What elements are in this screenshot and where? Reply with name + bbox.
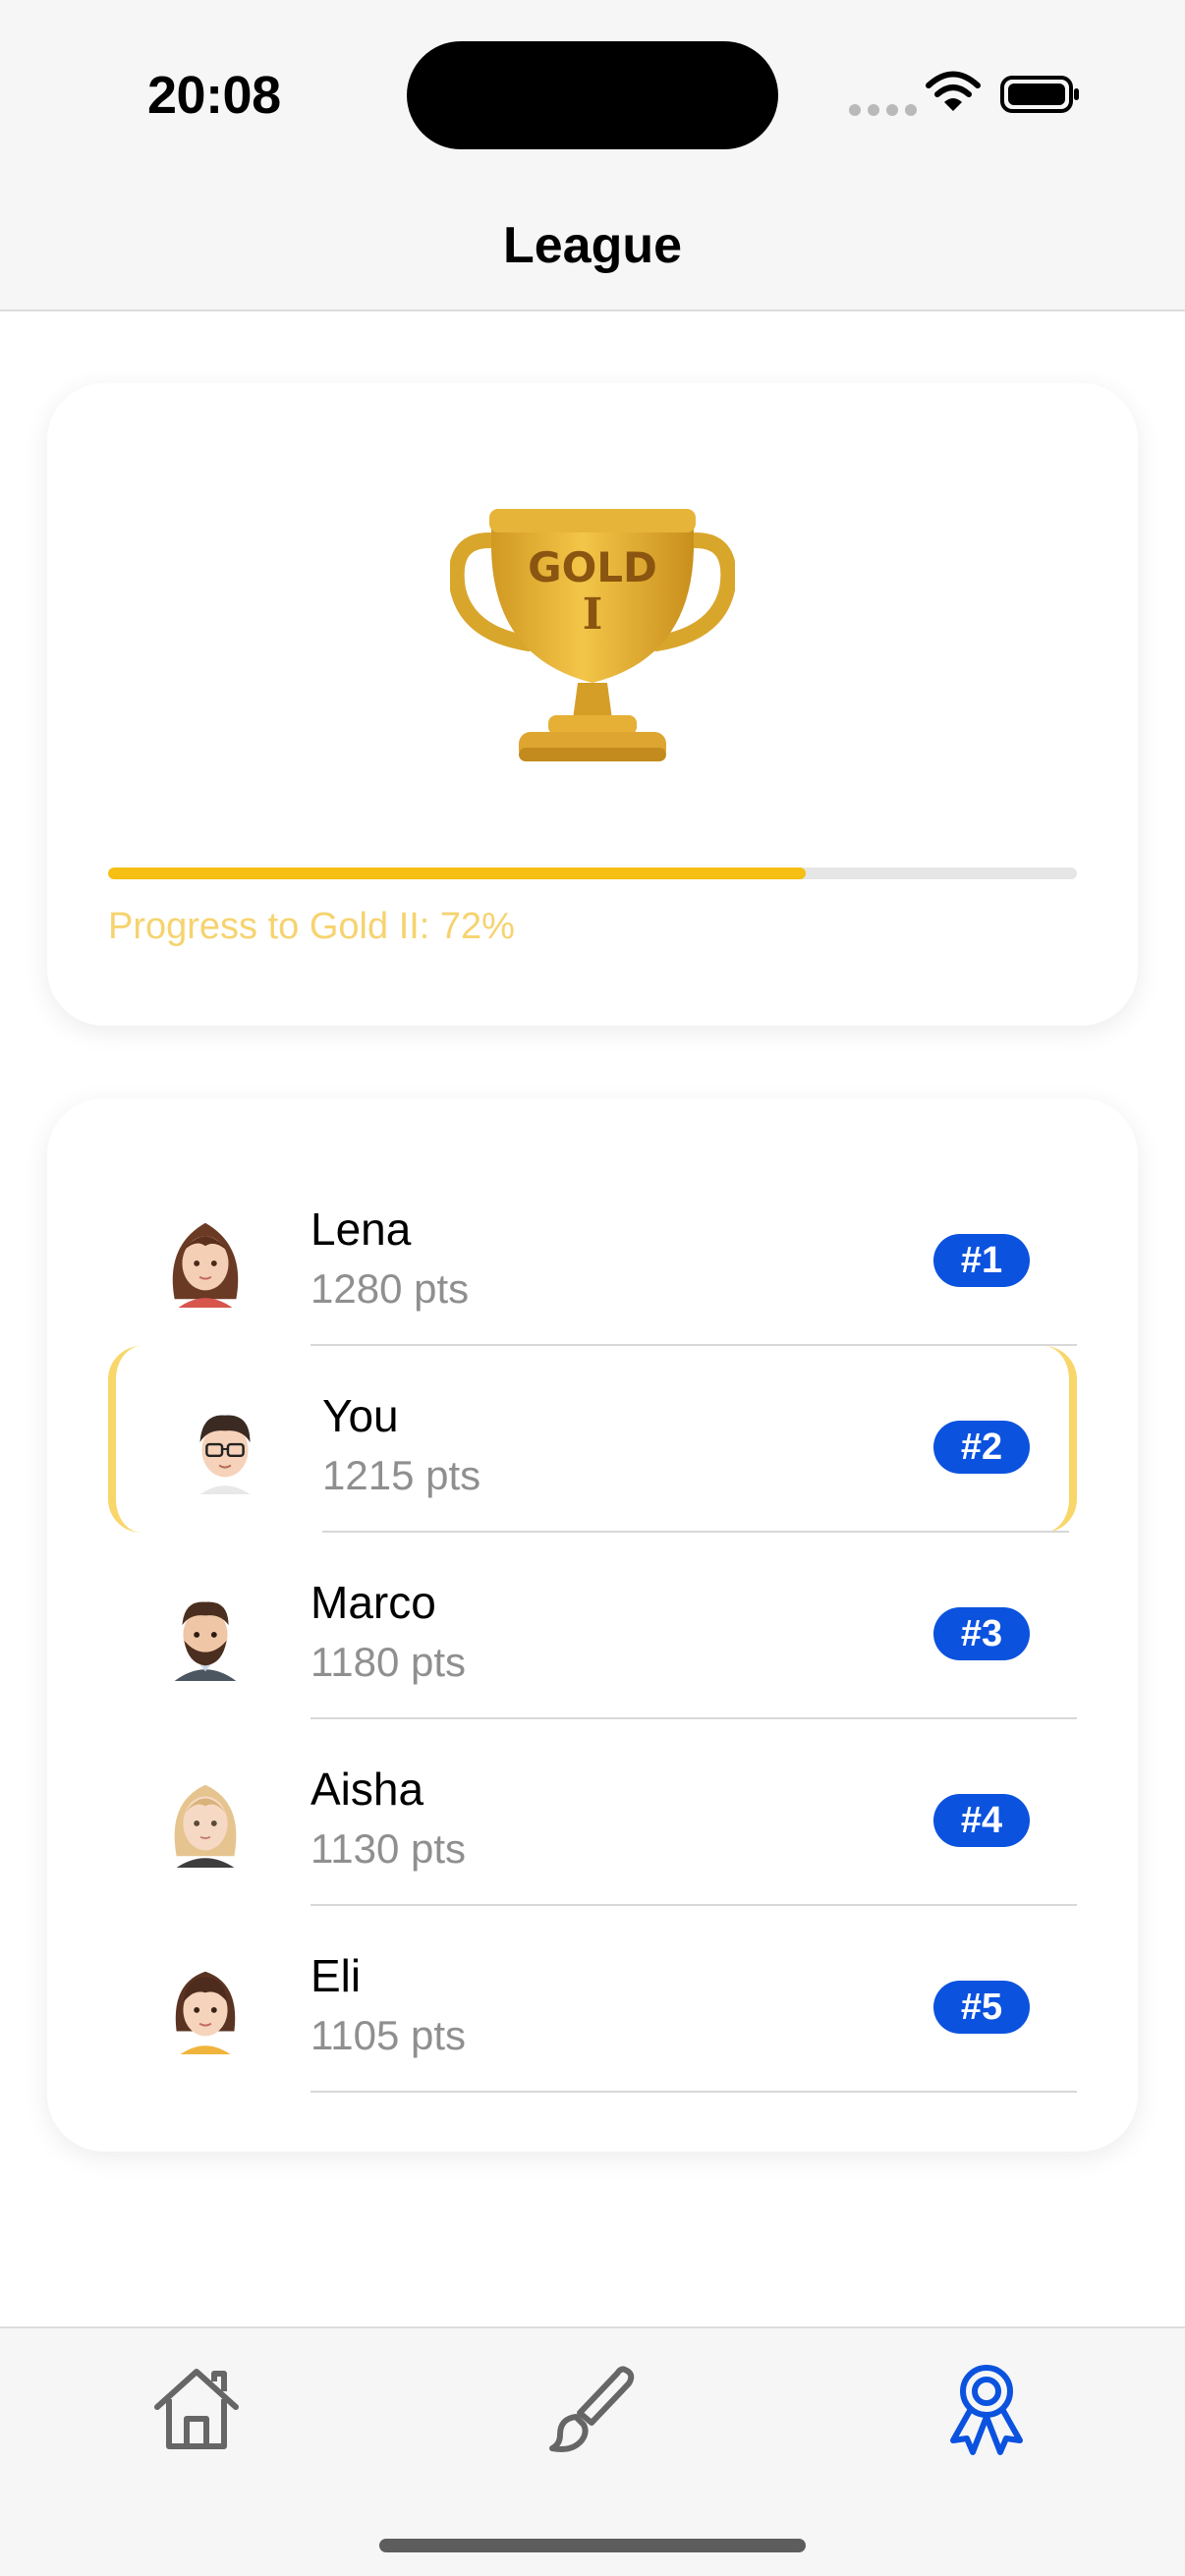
man-glasses-avatar	[199, 1415, 251, 1495]
player-points: 1215 pts	[322, 1452, 481, 1498]
cellular-signal-icon	[849, 104, 917, 116]
blonde-woman-avatar	[174, 1784, 237, 1869]
league-screen: 20:08 League GOLD I Progress to Gold II:…	[0, 0, 1185, 2576]
player-points: 1130 pts	[310, 1825, 467, 1872]
woman-long-brown-hair-avatar	[172, 1222, 239, 1309]
header-area: 20:08 League	[0, 0, 1185, 311]
status-time: 20:08	[147, 66, 281, 125]
player-name: Marco	[310, 1577, 436, 1628]
battery-icon	[1000, 76, 1079, 113]
trophy-label-line2: I	[583, 589, 603, 640]
tab-league[interactable]	[937, 2360, 1036, 2458]
paintbrush-icon	[549, 2366, 635, 2452]
row-divider	[310, 2091, 1077, 2093]
rank-badge: #1	[933, 1234, 1030, 1287]
progress-label: Progress to Gold II: 72%	[108, 906, 515, 947]
wifi-icon	[926, 71, 981, 111]
page-title: League	[502, 217, 683, 274]
rank-badge: #5	[933, 1981, 1030, 2034]
player-name: Eli	[310, 1950, 362, 2001]
league-progress-bar	[108, 868, 1077, 879]
player-name: Lena	[310, 1204, 412, 1255]
player-name: Aisha	[310, 1764, 424, 1815]
rank-badge: #4	[933, 1794, 1030, 1847]
leaderboard-row-lena[interactable]: Lena 1280 pts #1	[47, 1159, 1138, 1346]
tab-home[interactable]	[147, 2360, 246, 2458]
tab-create[interactable]	[542, 2360, 641, 2458]
rank-badge: #3	[933, 1607, 1030, 1660]
woman-short-brown-hair-avatar	[175, 1971, 236, 2055]
trophy-label-line1: GOLD	[528, 543, 657, 591]
leaderboard-row-you[interactable]: You 1215 pts #2	[108, 1346, 1077, 1533]
bearded-man-avatar	[174, 1601, 237, 1682]
gold-trophy-icon: GOLD I	[450, 509, 735, 761]
leaderboard-row-eli[interactable]: Eli 1105 pts #5	[47, 1906, 1138, 2093]
player-name: You	[322, 1390, 399, 1441]
dynamic-island	[407, 41, 778, 149]
league-card: GOLD I Progress to Gold II: 72%	[47, 383, 1138, 1026]
league-progress-fill	[108, 868, 806, 879]
award-ribbon-icon	[950, 2365, 1023, 2455]
rank-badge: #2	[933, 1421, 1030, 1474]
home-indicator	[379, 2539, 806, 2552]
player-points: 1280 pts	[310, 1265, 470, 1312]
player-points: 1105 pts	[310, 2012, 467, 2058]
house-icon	[154, 2369, 239, 2449]
leaderboard-row-marco[interactable]: Marco 1180 pts #3	[47, 1533, 1138, 1719]
player-points: 1180 pts	[310, 1639, 467, 1685]
leaderboard-card: Lena 1280 pts #1 You 1215 pts #2 Marco 1…	[47, 1098, 1138, 2152]
leaderboard-row-aisha[interactable]: Aisha 1130 pts #4	[47, 1719, 1138, 1906]
